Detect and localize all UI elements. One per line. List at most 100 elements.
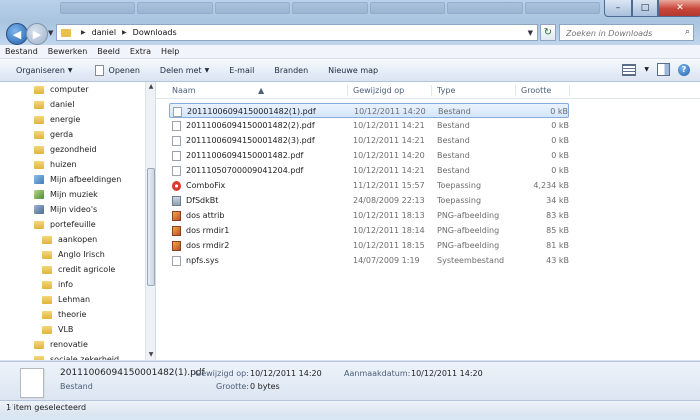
close-button[interactable]: ✕: [658, 0, 700, 17]
maximize-button[interactable]: □: [632, 0, 658, 17]
tree-item[interactable]: Mijn muziek: [0, 187, 145, 202]
tree-item[interactable]: computer: [0, 82, 145, 97]
column-modified[interactable]: Gewijzigd op: [353, 86, 404, 95]
file-row[interactable]: 20111050700009041204.pdf 10/12/2011 14:21…: [169, 163, 569, 178]
scroll-up-icon[interactable]: ▲: [146, 82, 155, 92]
tree-item[interactable]: Anglo Irisch: [0, 247, 145, 262]
file-row[interactable]: dos attrib 10/12/2011 18:13 PNG-afbeelding…: [169, 208, 569, 223]
email-button[interactable]: E-mail: [229, 66, 254, 75]
resize-grip-icon[interactable]: ⋰: [6, 403, 698, 414]
new-folder-button[interactable]: Nieuwe map: [328, 66, 378, 75]
tree-item[interactable]: VLB: [0, 322, 145, 337]
tree-item[interactable]: aankopen: [0, 232, 145, 247]
folder-icon: [42, 310, 52, 319]
file-row[interactable]: 20111006094150001482(1).pdf 10/12/2011 14…: [169, 103, 569, 118]
menu-help[interactable]: Help: [156, 47, 184, 56]
file-name: npfs.sys: [186, 256, 219, 265]
column-divider[interactable]: [569, 85, 570, 96]
tree-item[interactable]: huizen: [0, 157, 145, 172]
column-type[interactable]: Type: [437, 86, 455, 95]
search-input[interactable]: [564, 26, 678, 41]
menu-bewerken[interactable]: Bewerken: [43, 47, 93, 56]
scroll-down-icon[interactable]: ▼: [146, 350, 155, 360]
address-dropdown-icon[interactable]: ▼: [528, 29, 533, 37]
tree-item[interactable]: Mijn afbeeldingen: [0, 172, 145, 187]
tree-item[interactable]: Lehman: [0, 292, 145, 307]
share-button[interactable]: Delen met ▼: [160, 66, 209, 75]
forward-button[interactable]: ▶: [26, 23, 48, 45]
open-button[interactable]: Openen: [94, 64, 140, 76]
breadcrumb-daniel[interactable]: daniel: [92, 28, 116, 37]
preview-pane-icon[interactable]: [657, 63, 670, 76]
tree-item[interactable]: info: [0, 277, 145, 292]
folder-icon: [34, 340, 44, 349]
tree-item[interactable]: theorie: [0, 307, 145, 322]
file-type: Toepassing: [437, 181, 482, 190]
scrollbar-thumb[interactable]: [147, 168, 155, 286]
menu-beeld[interactable]: Beeld: [92, 47, 125, 56]
folder-tree: computer daniel energie gerda gezondheid huiz…: [0, 82, 145, 360]
tree-item-label: credit agricole: [58, 265, 116, 274]
file-row[interactable]: DfSdkBt 24/08/2009 22:13 Toepassing 34 kB: [169, 193, 569, 208]
search-icon[interactable]: ⌕: [685, 27, 690, 37]
file-modified: 10/12/2011 14:20: [353, 151, 425, 160]
column-divider[interactable]: [431, 85, 432, 96]
png-image-icon: [172, 226, 181, 236]
folder-icon: [34, 145, 44, 154]
help-icon[interactable]: ?: [678, 63, 690, 76]
column-divider[interactable]: [515, 85, 516, 96]
file-type: Bestand: [437, 121, 470, 130]
details-file-name: 20111006094150001482(1).pdf: [60, 368, 205, 378]
file-list: ▲ Naam Gewijzigd op Type Grootte 2011100…: [156, 82, 700, 360]
file-modified: 10/12/2011 14:21: [353, 136, 425, 145]
minimize-button[interactable]: –: [604, 0, 632, 17]
tree-item[interactable]: sociale zekerheid: [0, 352, 145, 360]
file-row[interactable]: ComboFix 11/12/2011 15:57 Toepassing 4,234 …: [169, 178, 569, 193]
refresh-icon[interactable]: ↻: [540, 24, 556, 41]
file-size: 34 kB: [546, 196, 569, 205]
tree-item[interactable]: renovatie: [0, 337, 145, 352]
breadcrumb-downloads[interactable]: Downloads: [133, 28, 177, 37]
menu-bestand[interactable]: Bestand: [0, 47, 43, 56]
column-size[interactable]: Grootte: [521, 86, 551, 95]
tree-item[interactable]: energie: [0, 112, 145, 127]
view-chevron-down-icon[interactable]: ▼: [644, 66, 649, 73]
file-type: Bestand: [437, 136, 470, 145]
folder-icon: [34, 355, 44, 360]
file-row[interactable]: 20111006094150001482(2).pdf 10/12/2011 14…: [169, 118, 569, 133]
tree-item[interactable]: daniel: [0, 97, 145, 112]
back-button[interactable]: ◀: [6, 23, 28, 45]
menu-extra[interactable]: Extra: [125, 47, 156, 56]
tree-item-label: huizen: [50, 160, 77, 169]
view-options-icon[interactable]: [622, 63, 637, 76]
file-row[interactable]: 20111006094150001482.pdf 10/12/2011 14:20…: [169, 148, 569, 163]
tree-item[interactable]: gerda: [0, 127, 145, 142]
file-row[interactable]: 20111006094150001482(3).pdf 10/12/2011 14…: [169, 133, 569, 148]
burn-button[interactable]: Branden: [274, 66, 308, 75]
breadcrumb-separator-icon[interactable]: ▶: [122, 29, 127, 36]
window-controls: – □ ✕: [604, 0, 700, 17]
pdf-file-icon: [172, 121, 181, 131]
search-box[interactable]: ⌕: [559, 24, 694, 41]
tree-item[interactable]: gezondheid: [0, 142, 145, 157]
file-row[interactable]: dos rmdir1 10/12/2011 18:14 PNG-afbeelding…: [169, 223, 569, 238]
file-row[interactable]: dos rmdir2 10/12/2011 18:15 PNG-afbeelding…: [169, 238, 569, 253]
pdf-file-icon: [172, 151, 181, 161]
address-bar[interactable]: ▶ daniel ▶ Downloads ▼: [56, 24, 538, 41]
application-icon: [172, 196, 181, 206]
navigation-scrollbar[interactable]: ▲ ▼: [145, 82, 155, 360]
organize-button[interactable]: Organiseren ▼: [16, 66, 73, 75]
column-divider[interactable]: [347, 85, 348, 96]
breadcrumb-separator-icon[interactable]: ▶: [81, 29, 86, 36]
file-name: DfSdkBt: [186, 196, 219, 205]
folder-icon: [34, 115, 44, 124]
chevron-down-icon: ▼: [67, 66, 73, 74]
recent-pages-chevron-icon[interactable]: ▼: [48, 29, 53, 37]
file-row[interactable]: npfs.sys 14/07/2009 1:19 Systeembestand 43 …: [169, 253, 569, 268]
combofix-app-icon: [172, 181, 181, 191]
file-size: 83 kB: [546, 211, 569, 220]
tree-item[interactable]: portefeuille: [0, 217, 145, 232]
tree-item[interactable]: Mijn video's: [0, 202, 145, 217]
column-name[interactable]: Naam: [172, 86, 196, 95]
tree-item[interactable]: credit agricole: [0, 262, 145, 277]
